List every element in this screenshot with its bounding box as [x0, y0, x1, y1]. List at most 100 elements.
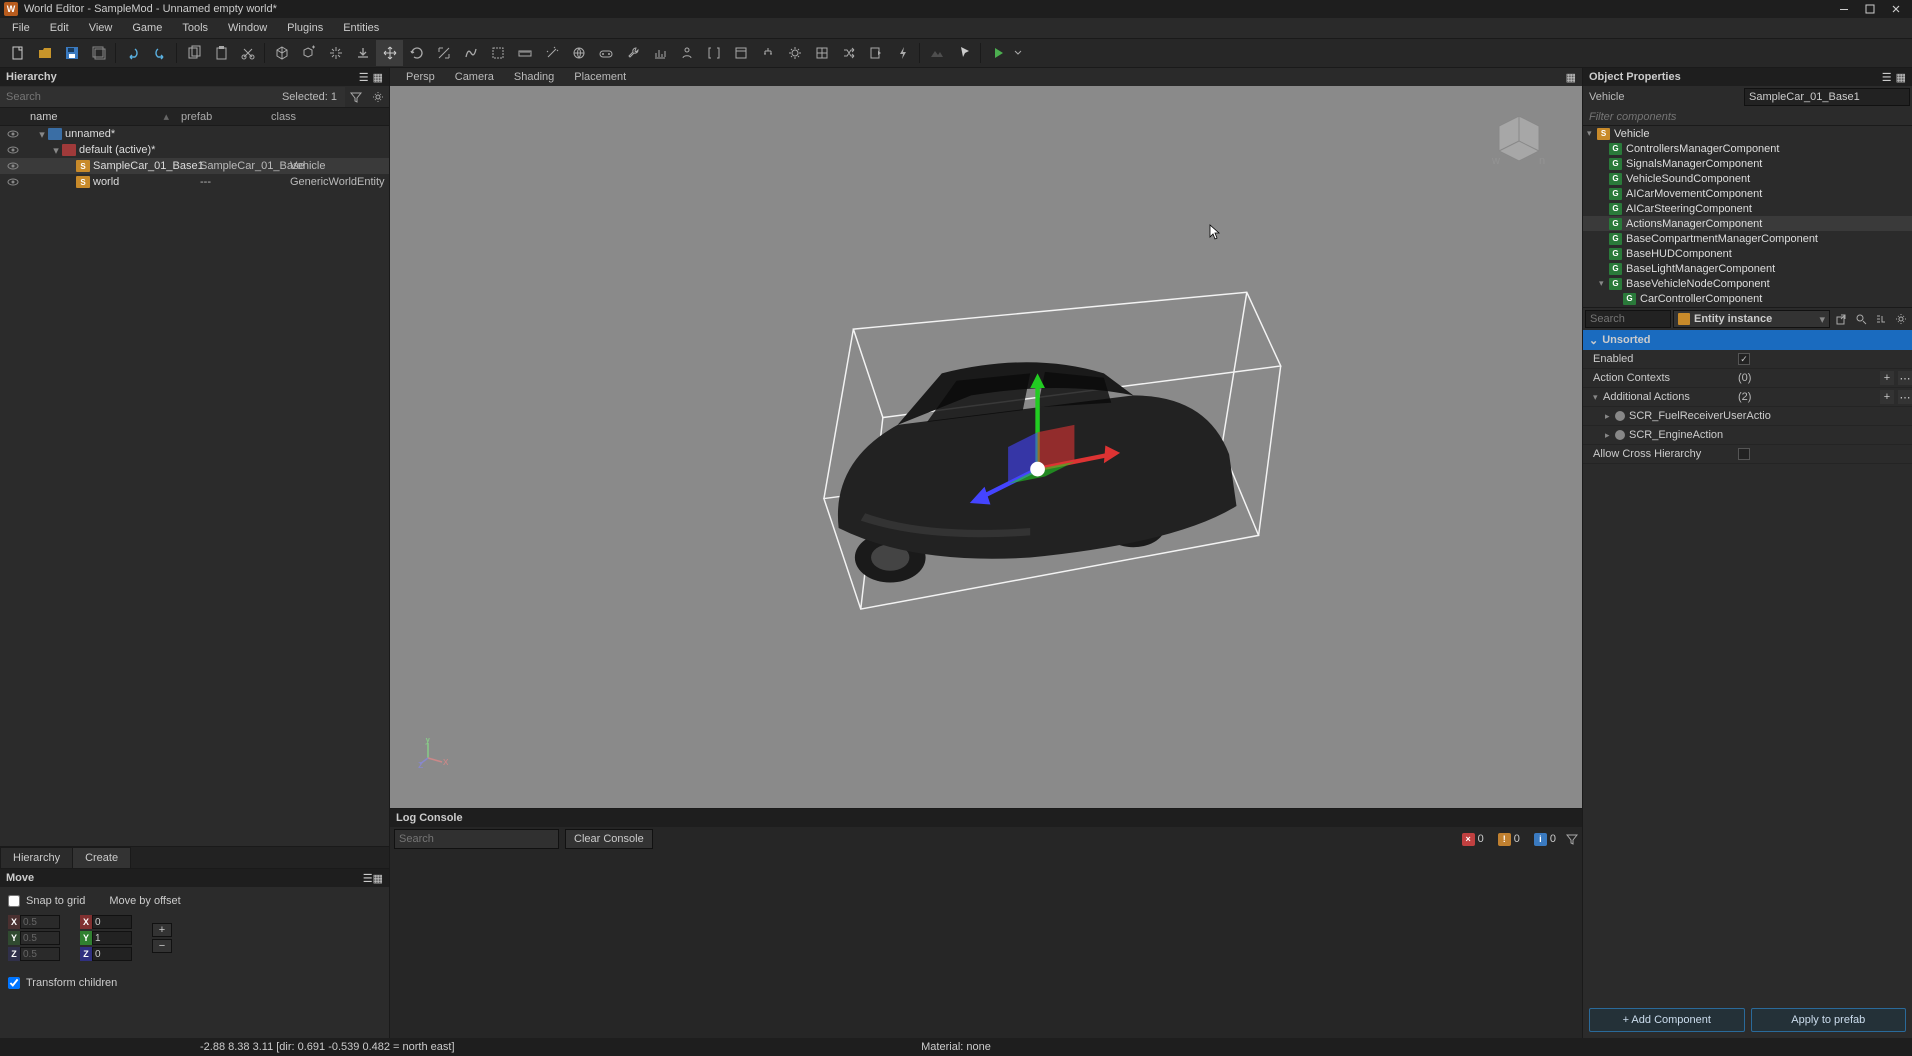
allow-cross-checkbox[interactable] [1738, 448, 1750, 460]
menu-edit[interactable]: Edit [42, 20, 77, 36]
offset-plus-button[interactable]: + [152, 923, 172, 937]
hierarchy-tree[interactable]: ▾unnamed*▾default (active)*SSampleCar_01… [0, 126, 389, 846]
off-x-input[interactable] [92, 915, 132, 929]
new-file-icon[interactable] [4, 40, 31, 66]
add-context-button[interactable]: + [1880, 371, 1894, 385]
hierarchy-row[interactable]: Sworld---GenericWorldEntity [0, 174, 389, 190]
rotate-tool-icon[interactable] [403, 40, 430, 66]
component-row[interactable]: GVehicleSoundComponent [1583, 171, 1912, 186]
menu-tools[interactable]: Tools [174, 20, 216, 36]
add-component-button[interactable]: + Add Component [1589, 1008, 1745, 1032]
action-0-expander[interactable]: ▸ [1605, 411, 1615, 422]
brackets-icon[interactable] [700, 40, 727, 66]
3d-viewport[interactable]: y x z n w [390, 86, 1582, 808]
view-cube-icon[interactable]: n w [1484, 106, 1554, 176]
error-badge-icon[interactable]: × [1462, 833, 1475, 846]
scale-tool-icon[interactable] [430, 40, 457, 66]
person-icon[interactable] [673, 40, 700, 66]
component-row[interactable]: GAICarSteeringComponent [1583, 201, 1912, 216]
off-z-input[interactable] [92, 947, 132, 961]
curve-icon[interactable] [457, 40, 484, 66]
category-unsorted[interactable]: ⌄Unsorted [1583, 330, 1912, 350]
menu-entities[interactable]: Entities [335, 20, 387, 36]
context-more-button[interactable]: ⋯ [1898, 371, 1912, 385]
shuffle-icon[interactable] [835, 40, 862, 66]
undo-icon[interactable] [119, 40, 146, 66]
component-row[interactable]: GCarControllerComponent [1583, 291, 1912, 306]
open-file-icon[interactable] [31, 40, 58, 66]
component-row-root[interactable]: ▾SVehicle [1583, 126, 1912, 141]
object-name-input[interactable] [1744, 88, 1910, 106]
hierarchy-row[interactable]: ▾default (active)* [0, 142, 389, 158]
component-tree[interactable]: ▾SVehicleGControllersManagerComponentGSi… [1583, 126, 1912, 308]
component-filter-input[interactable] [1583, 108, 1912, 126]
close-button[interactable] [1884, 2, 1908, 16]
window-icon[interactable] [727, 40, 754, 66]
sparkle-icon[interactable] [322, 40, 349, 66]
ruler-icon[interactable] [511, 40, 538, 66]
additional-actions-expander[interactable]: ▾ [1593, 392, 1603, 403]
component-row[interactable]: GAICarMovementComponent [1583, 186, 1912, 201]
col-class[interactable]: class [265, 111, 389, 123]
vp-tab-camera[interactable]: Camera [445, 69, 504, 85]
panel-menu-icon[interactable]: ☰ [359, 71, 369, 84]
select-rect-icon[interactable] [484, 40, 511, 66]
snap-to-grid-checkbox[interactable] [8, 895, 20, 907]
props-search-input[interactable] [1585, 310, 1671, 328]
warning-badge-icon[interactable]: ! [1498, 833, 1511, 846]
vp-grid-icon[interactable]: ▦ [1560, 71, 1582, 84]
minimize-button[interactable] [1832, 2, 1856, 16]
add-action-button[interactable]: + [1880, 390, 1894, 404]
clear-console-button[interactable]: Clear Console [565, 829, 653, 849]
component-row[interactable]: ▾GBaseVehicleNodeComponent [1583, 276, 1912, 291]
save-all-icon[interactable] [85, 40, 112, 66]
vp-tab-persp[interactable]: Persp [396, 69, 445, 85]
visibility-icon[interactable] [4, 161, 22, 171]
terrain-icon[interactable] [923, 40, 950, 66]
import-icon[interactable] [862, 40, 889, 66]
filter-icon[interactable] [345, 87, 367, 107]
tab-create[interactable]: Create [72, 847, 131, 868]
expander-icon[interactable]: ▾ [1587, 128, 1597, 139]
drop-icon[interactable] [349, 40, 376, 66]
props-gear-icon[interactable] [1892, 310, 1910, 328]
cube-plus-icon[interactable] [295, 40, 322, 66]
action-0-label[interactable]: SCR_FuelReceiverUserActio [1629, 410, 1771, 422]
settings-icon[interactable] [367, 87, 389, 107]
hierarchy-search-input[interactable] [0, 87, 274, 107]
expander-icon[interactable]: ▾ [50, 144, 62, 157]
move-close-icon[interactable]: ▦ [373, 873, 383, 885]
component-row[interactable]: GBaseCompartmentManagerComponent [1583, 231, 1912, 246]
bolt-icon[interactable] [889, 40, 916, 66]
menu-plugins[interactable]: Plugins [279, 20, 331, 36]
expander-icon[interactable]: ▾ [1599, 278, 1609, 289]
panel-grid-icon[interactable]: ▦ [373, 71, 383, 84]
cursor-icon[interactable] [950, 40, 977, 66]
action-more-button[interactable]: ⋯ [1898, 390, 1912, 404]
vp-tab-placement[interactable]: Placement [564, 69, 636, 85]
apply-to-prefab-button[interactable]: Apply to prefab [1751, 1008, 1907, 1032]
hierarchy-row[interactable]: ▾unnamed* [0, 126, 389, 142]
menu-game[interactable]: Game [124, 20, 170, 36]
component-row[interactable]: GActionsManagerComponent [1583, 216, 1912, 231]
globe-icon[interactable] [565, 40, 592, 66]
info-badge-icon[interactable]: i [1534, 833, 1547, 846]
chart-icon[interactable] [646, 40, 673, 66]
tab-hierarchy[interactable]: Hierarchy [0, 847, 73, 868]
transform-children-checkbox[interactable] [8, 977, 20, 989]
cube-icon[interactable] [268, 40, 295, 66]
menu-file[interactable]: File [4, 20, 38, 36]
tree-icon[interactable] [754, 40, 781, 66]
gamepad-icon[interactable] [592, 40, 619, 66]
visibility-icon[interactable] [4, 129, 22, 139]
play-button[interactable] [984, 40, 1011, 66]
move-tool-icon[interactable] [376, 40, 403, 66]
copy-icon[interactable] [180, 40, 207, 66]
action-1-label[interactable]: SCR_EngineAction [1629, 429, 1723, 441]
hierarchy-icon[interactable] [1872, 310, 1890, 328]
move-menu-icon[interactable]: ☰ [363, 873, 373, 885]
props-grid-icon[interactable]: ▦ [1896, 71, 1906, 84]
off-y-input[interactable] [92, 931, 132, 945]
gear-icon[interactable] [781, 40, 808, 66]
col-prefab[interactable]: prefab [175, 111, 265, 123]
